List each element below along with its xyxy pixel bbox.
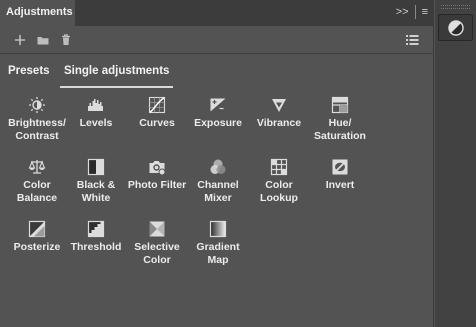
collapsed-panel-dock [435,0,476,327]
adjustment-label: Hue/Saturation [314,117,366,142]
adjustment-label: Color Lookup [260,179,298,204]
adjustment-label: Curves [139,117,175,129]
adjustments-panel: Adjustments >> ≡ Presets Single adjustme… [0,0,434,327]
adjustments-dock-button[interactable] [438,14,473,41]
adjustment-label: Exposure [194,117,242,129]
black-white-icon [87,158,105,176]
folder-icon[interactable] [36,33,50,47]
adjustment-color-lookup[interactable]: Color Lookup [248,158,310,205]
adjustment-gradient-map[interactable]: Gradient Map [187,220,249,267]
photo-filter-icon [149,161,166,176]
adjustment-label: Channel Mixer [197,179,239,204]
panel-toolbar [0,26,434,54]
adjustment-label: Threshold [70,241,122,253]
tab-presets[interactable]: Presets [8,65,50,77]
adjustment-levels[interactable]: Levels [65,96,127,130]
adjustment-black-white[interactable]: Black & White [65,158,127,205]
adjustment-threshold[interactable]: Threshold [65,220,127,254]
selective-color-icon [149,221,165,237]
collapse-icon[interactable]: >> [396,5,409,19]
posterize-icon [28,220,46,238]
dock-grip[interactable] [441,5,470,9]
adjustment-hue-saturation[interactable]: Hue/Saturation [309,96,371,143]
color-balance-icon [28,160,46,174]
adjustment-invert[interactable]: Invert [309,158,371,192]
panel-title-tab[interactable]: Adjustments [0,0,75,26]
levels-icon [88,99,103,111]
panel-titlebar: Adjustments >> ≡ [0,0,434,26]
color-lookup-icon [270,158,288,176]
hue-saturation-icon [331,96,349,114]
adjustment-brightness-contrast[interactable]: Brightness/Contrast [6,96,68,143]
adjustment-label: Black & White [76,179,116,204]
invert-icon [332,159,348,175]
adjustment-label: Color Balance [16,179,58,204]
adjustment-exposure[interactable]: Exposure [187,96,249,130]
threshold-icon [87,220,105,238]
list-icon[interactable] [405,33,420,47]
tab-single-adjustments[interactable]: Single adjustments [59,65,174,88]
curves-icon [148,96,166,114]
adjustment-label: Photo Filter [127,179,187,191]
adjustment-selective-color[interactable]: Selective Color [126,220,188,267]
adjustment-curves[interactable]: Curves [126,96,188,130]
panel-title-controls: >> ≡ [396,5,428,19]
panel-menu-icon[interactable]: ≡ [422,5,428,19]
channel-mixer-icon [210,159,226,174]
adjustment-vibrance[interactable]: Vibrance [248,96,310,130]
adjustment-label: Levels [79,117,113,129]
adjustment-label: Brightness/Contrast [8,117,66,142]
adjustments-icon [447,19,464,36]
adjustment-label: Invert [325,179,355,191]
adjustment-label: Selective Color [134,241,180,266]
panel-tabs: Presets Single adjustments [0,60,434,88]
vibrance-icon [272,99,286,112]
plus-icon[interactable] [13,33,27,47]
exposure-icon [210,98,226,112]
brightness-icon [29,97,45,113]
adjustment-photo-filter[interactable]: Photo Filter [126,158,188,192]
adjustment-label: Posterize [13,241,61,253]
adjustment-posterize[interactable]: Posterize [6,220,68,254]
gradient-map-icon [209,220,227,238]
adjustment-color-balance[interactable]: Color Balance [6,158,68,205]
divider [414,5,416,19]
adjustment-channel-mixer[interactable]: Channel Mixer [187,158,249,205]
adjustment-label: Gradient Map [196,241,240,266]
trash-icon[interactable] [59,33,73,47]
adjustment-label: Vibrance [256,117,302,129]
